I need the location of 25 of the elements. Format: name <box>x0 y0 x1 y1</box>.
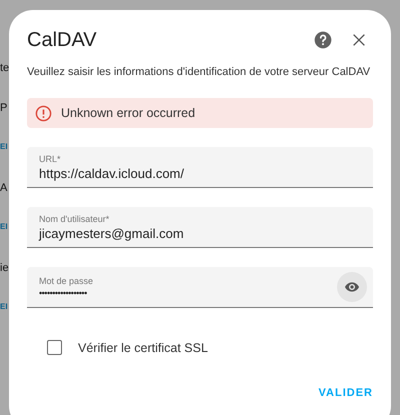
background-text: EI <box>0 142 8 153</box>
error-icon <box>35 104 52 122</box>
background-text: EI <box>0 302 8 313</box>
background-text: A <box>0 182 8 196</box>
field-value: jicaymesters@gmail.com <box>39 226 185 240</box>
error-message: Unknown error occurred <box>61 106 196 120</box>
field-label: Mot de passe <box>39 276 94 286</box>
input-field[interactable]: Nom d'utilisateur* jicaymesters@gmail.com <box>27 207 373 248</box>
background-text: te <box>0 62 10 76</box>
background-text: EI <box>0 222 8 233</box>
dialog-title: CalDAV <box>27 28 98 52</box>
checkbox-label: Vérifier le certificat SSL <box>78 340 208 354</box>
field-value: •••••••••••••••••• <box>39 288 88 298</box>
field-label: URL* <box>39 154 62 164</box>
input-field[interactable]: URL* https://caldav.icloud.com/ <box>27 147 373 188</box>
background-text: ie <box>0 262 9 276</box>
background-text: P <box>0 102 8 116</box>
close-icon[interactable] <box>351 32 367 48</box>
checkbox[interactable] <box>47 340 62 355</box>
show-password-button[interactable] <box>337 272 367 302</box>
dialog-description: Veuillez saisir les informations d'identification de votre serveur CalDAV <box>27 65 372 80</box>
field-value: https://caldav.icloud.com/ <box>39 166 185 180</box>
input-field[interactable]: Mot de passe •••••••••••••••••• <box>27 267 373 308</box>
help-icon[interactable] <box>313 30 333 50</box>
field-label: Nom d'utilisateur* <box>39 214 110 224</box>
